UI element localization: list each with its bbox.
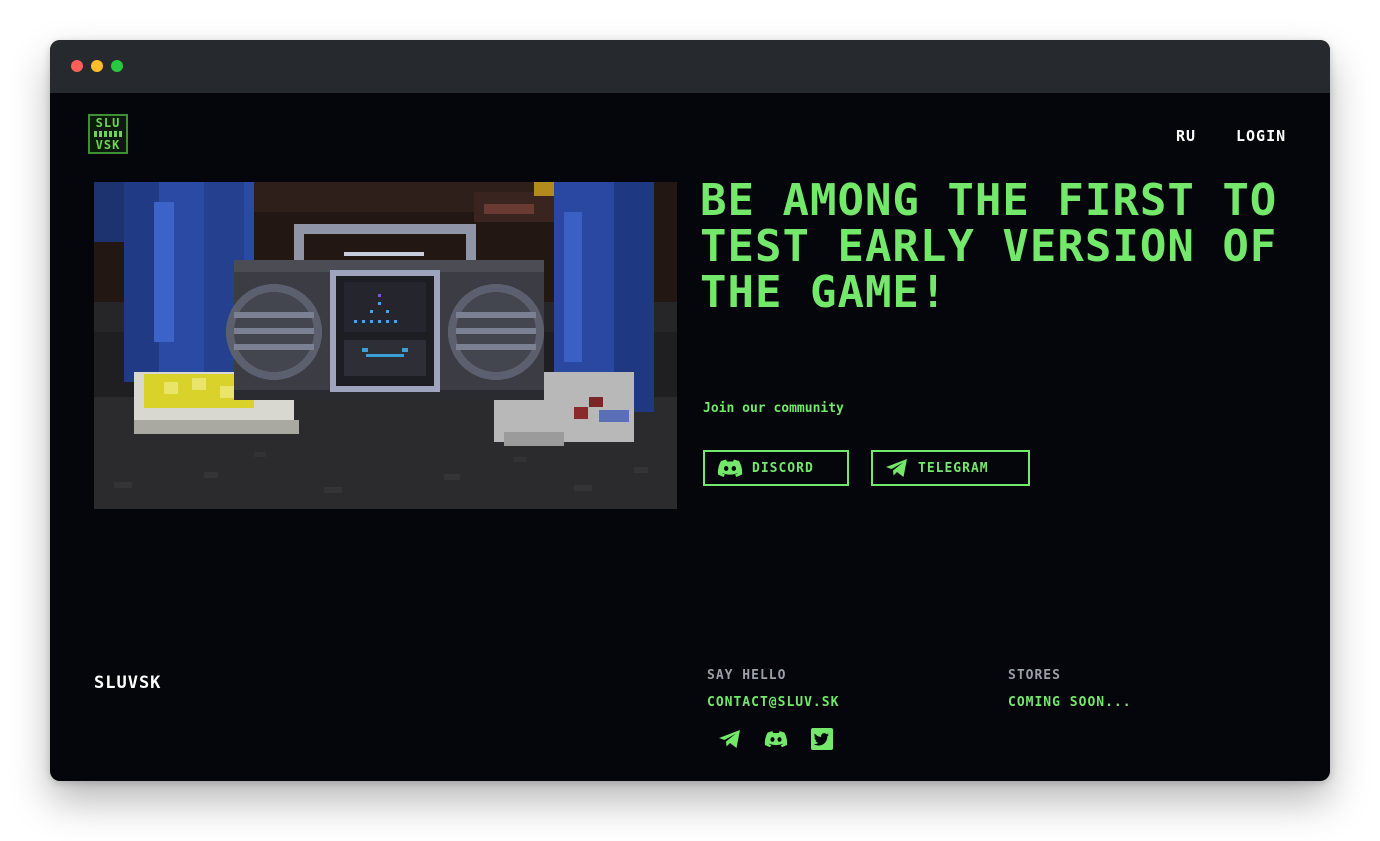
close-window-button[interactable] bbox=[71, 60, 83, 72]
window-titlebar bbox=[50, 40, 1330, 93]
site-logo[interactable]: SLU VSK bbox=[88, 114, 128, 154]
community-label: Join our community bbox=[703, 401, 844, 416]
logo-drip-graphic bbox=[94, 131, 122, 137]
login-link[interactable]: LOGIN bbox=[1236, 127, 1286, 145]
telegram-button[interactable]: TELEGRAM bbox=[871, 450, 1030, 486]
language-switch-ru[interactable]: RU bbox=[1176, 127, 1196, 145]
minimize-window-button[interactable] bbox=[91, 60, 103, 72]
discord-button[interactable]: DISCORD bbox=[703, 450, 849, 486]
logo-text-top: SLU bbox=[95, 116, 121, 130]
footer-brand: SLUVSK bbox=[94, 673, 162, 693]
stores-heading: STORES bbox=[1008, 668, 1061, 683]
page-content: SLU VSK RU LOGIN BE AMONG THE FIRST TO T… bbox=[50, 93, 1330, 781]
discord-icon[interactable] bbox=[764, 727, 788, 751]
telegram-button-label: TELEGRAM bbox=[918, 460, 989, 476]
say-hello-heading: SAY HELLO bbox=[707, 668, 787, 683]
telegram-icon[interactable] bbox=[718, 727, 742, 751]
discord-icon bbox=[717, 459, 743, 477]
logo-text-bottom: VSK bbox=[95, 138, 121, 152]
contact-email-link[interactable]: CONTACT@SLUV.SK bbox=[707, 695, 839, 710]
twitter-icon[interactable] bbox=[810, 727, 834, 751]
stores-status: COMING SOON... bbox=[1008, 695, 1132, 710]
footer-social-icons bbox=[718, 727, 834, 751]
discord-button-label: DISCORD bbox=[752, 460, 814, 476]
hero-headline: BE AMONG THE FIRST TO TEST EARLY VERSION… bbox=[700, 175, 1278, 318]
browser-window: SLU VSK RU LOGIN BE AMONG THE FIRST TO T… bbox=[50, 40, 1330, 781]
hero-image-boombox bbox=[94, 182, 677, 509]
maximize-window-button[interactable] bbox=[111, 60, 123, 72]
telegram-icon bbox=[886, 459, 907, 477]
